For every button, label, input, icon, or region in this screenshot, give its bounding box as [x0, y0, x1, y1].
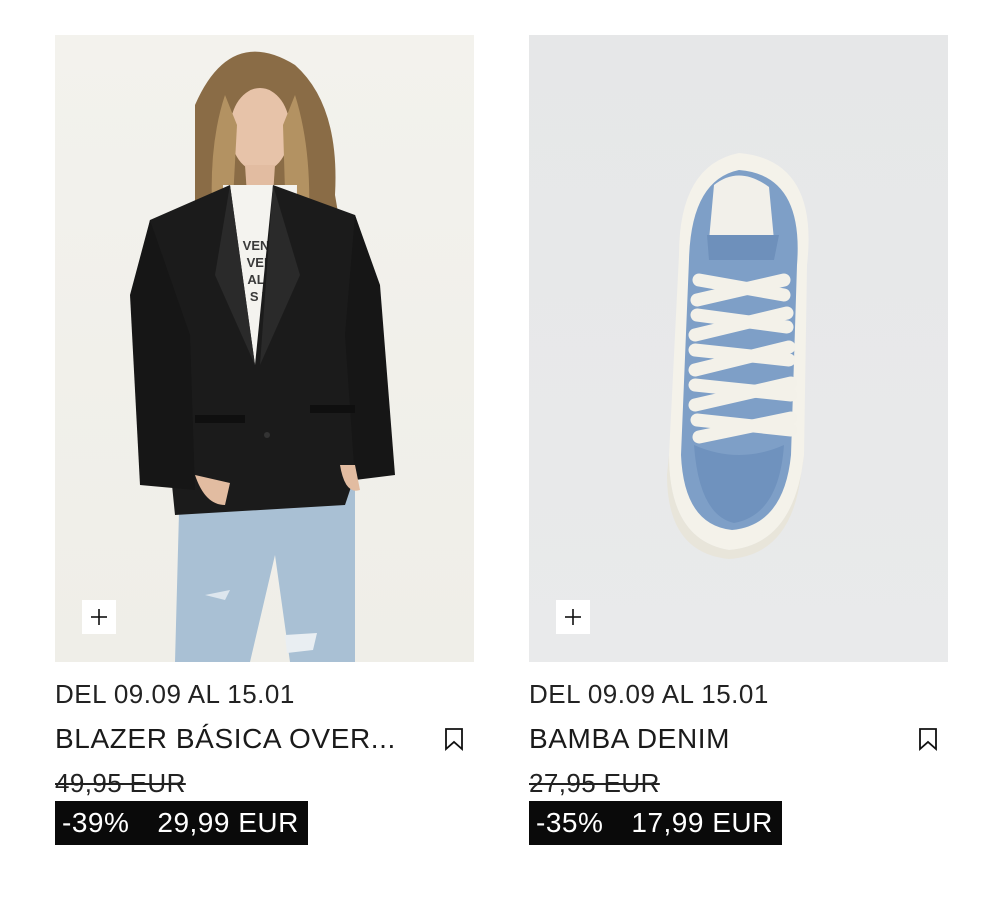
plus-icon [91, 609, 107, 625]
product-image-blazer[interactable]: VENT VER ALL S T [55, 35, 474, 662]
sneaker-illustration [667, 153, 809, 559]
title-row: BLAZER BÁSICA OVER... [55, 723, 474, 755]
product-card-blazer[interactable]: VENT VER ALL S T DEL 09.09 AL 15.01 BLAZ… [55, 35, 474, 845]
product-title[interactable]: BLAZER BÁSICA OVER... [55, 723, 396, 755]
sale-price: 17,99 EUR [631, 807, 773, 838]
original-price: 27,95 EUR [529, 768, 660, 798]
sale-price: 29,99 EUR [157, 807, 299, 838]
bookmark-icon [919, 728, 937, 751]
title-row: BAMBA DENIM [529, 723, 948, 755]
product-card-sneaker[interactable]: DEL 09.09 AL 15.01 BAMBA DENIM 27,95 EUR… [529, 35, 948, 845]
add-to-cart-button[interactable] [82, 600, 116, 634]
discount-percent: -39% [62, 807, 130, 838]
bookmark-icon [445, 728, 463, 751]
sale-price-badge: -39% 29,99 EUR [55, 801, 308, 845]
product-title[interactable]: BAMBA DENIM [529, 723, 730, 755]
promo-date-range: DEL 09.09 AL 15.01 [55, 679, 295, 709]
sale-price-badge: -35% 17,99 EUR [529, 801, 782, 845]
bookmark-button[interactable] [916, 724, 940, 754]
promo-date-range: DEL 09.09 AL 15.01 [529, 679, 769, 709]
discount-percent: -35% [536, 807, 604, 838]
product-image-sneaker[interactable] [529, 35, 948, 662]
bookmark-button[interactable] [442, 724, 466, 754]
plus-icon [565, 609, 581, 625]
add-to-cart-button[interactable] [556, 600, 590, 634]
blazer-illustration: VENT VER ALL S T [130, 51, 395, 662]
original-price: 49,95 EUR [55, 768, 186, 798]
